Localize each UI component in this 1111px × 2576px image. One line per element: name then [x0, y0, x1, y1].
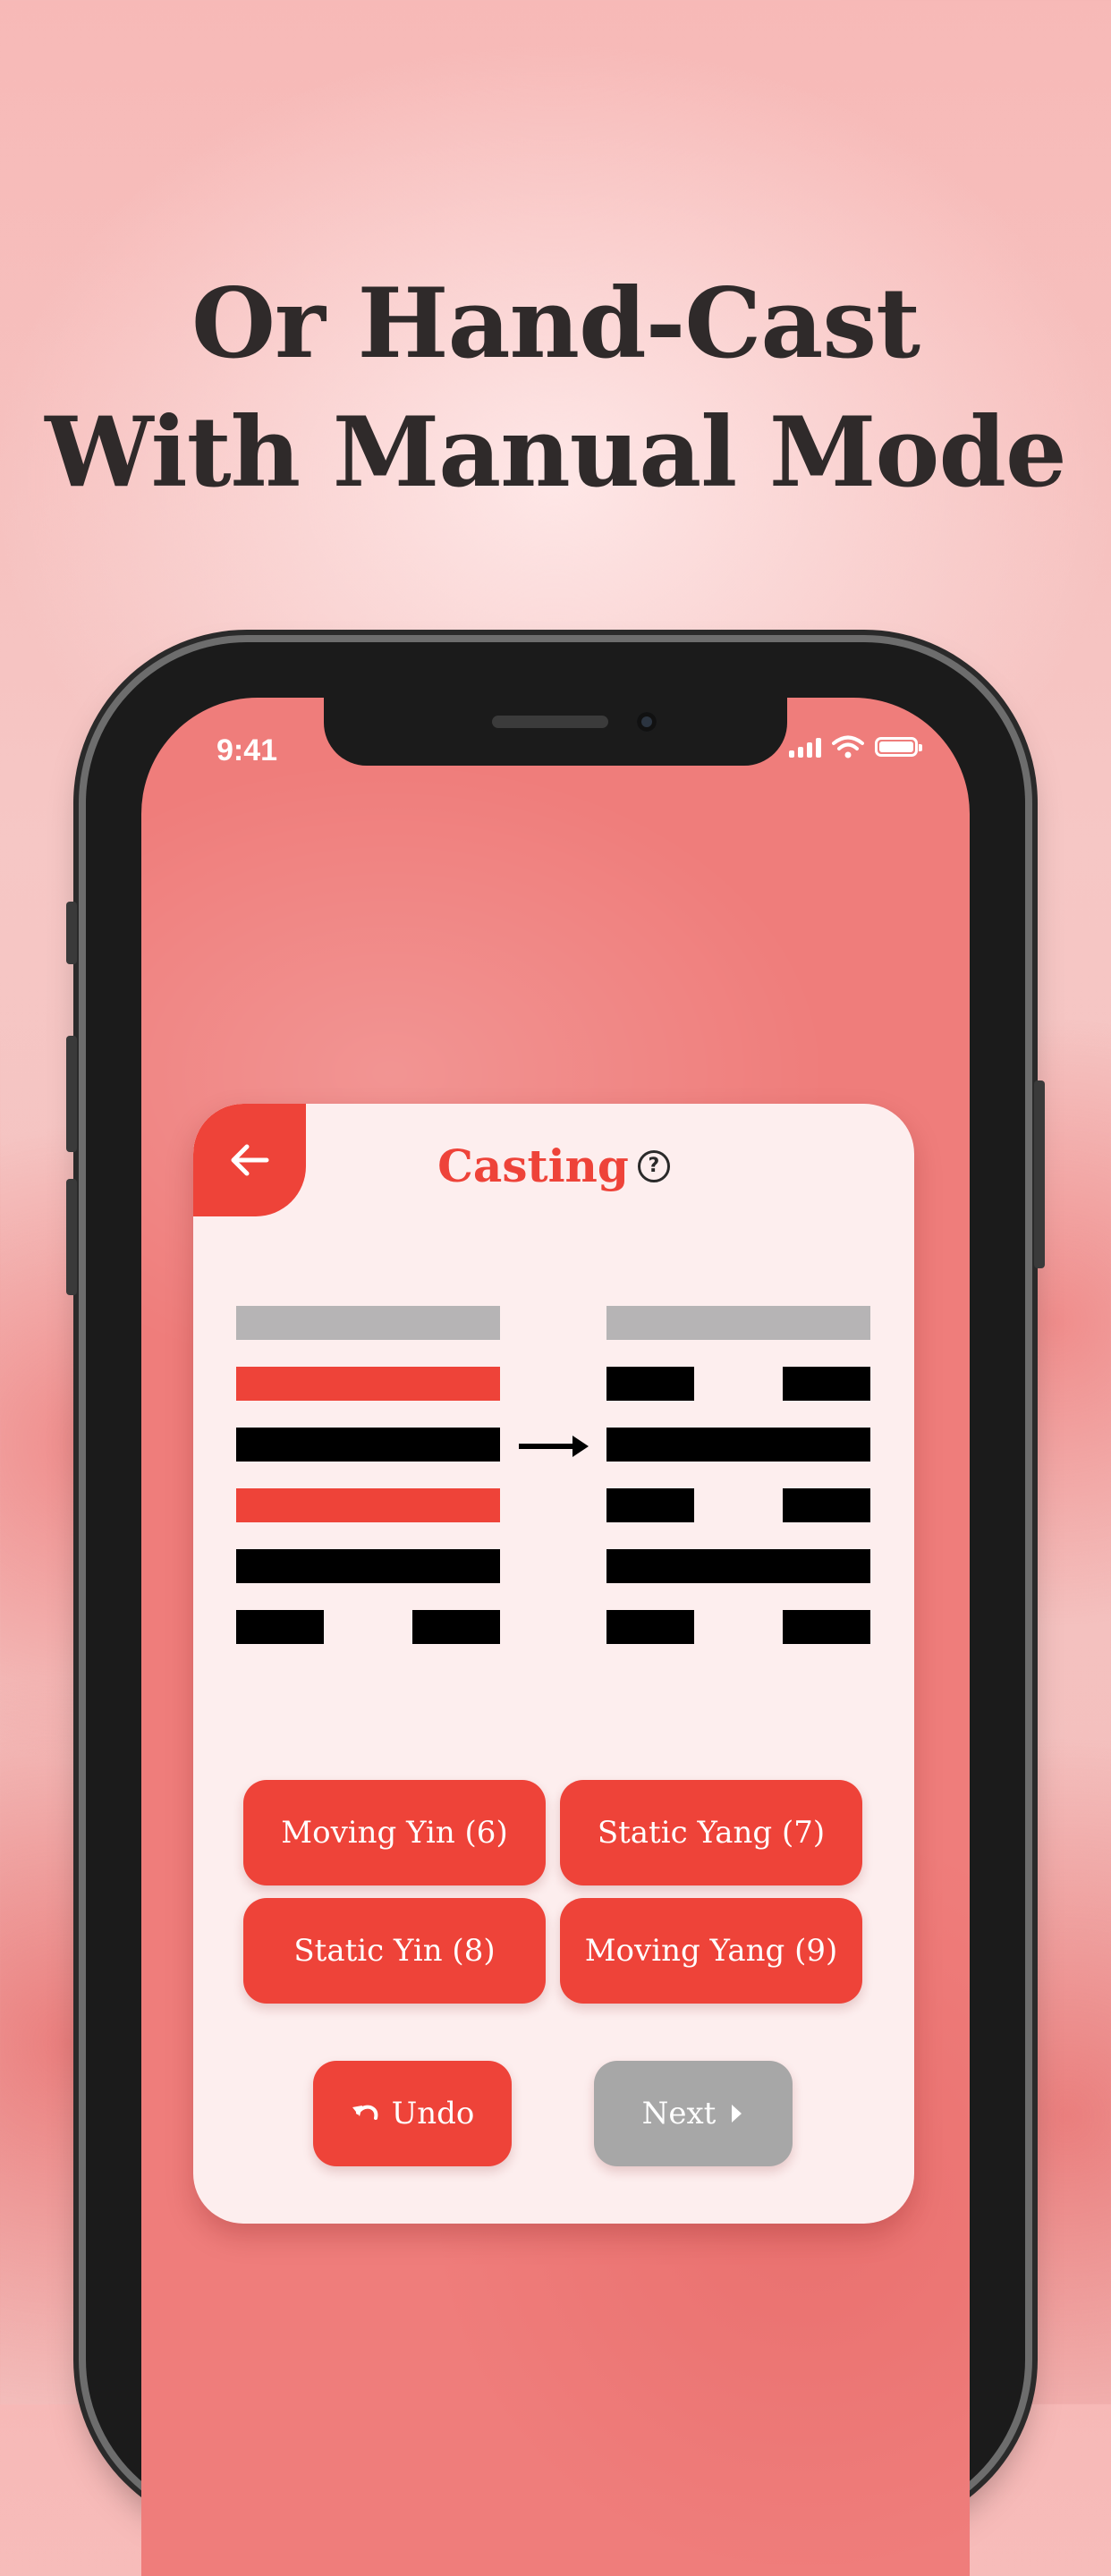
status-icons [789, 735, 922, 758]
line-segment [606, 1428, 870, 1462]
volume-down-button [66, 1179, 77, 1295]
status-time: 9:41 [216, 733, 278, 767]
undo-label: Undo [391, 2096, 475, 2131]
casting-title-row: Casting? [193, 1140, 914, 1192]
hexagram-line-yang [606, 1549, 870, 1583]
undo-icon [352, 2105, 377, 2120]
line-segment [606, 1488, 694, 1522]
arrow-right-icon [519, 1436, 589, 1457]
volume-up-button [66, 1036, 77, 1152]
headline-line-2: With Manual Mode [45, 396, 1066, 509]
line-segment [783, 1488, 870, 1522]
line-segment [606, 1610, 694, 1644]
moving-yang-button[interactable]: Moving Yang (9) [560, 1898, 862, 2004]
wifi-icon [832, 735, 864, 758]
line-segment [606, 1367, 694, 1401]
caret-right-icon [732, 2105, 742, 2123]
hexagram-line-yin [236, 1610, 500, 1644]
casting-title: Casting [437, 1140, 629, 1192]
phone-frame: 9:41 Casting? Moving Yin (6) Static Yang… [66, 642, 1045, 2576]
help-icon[interactable]: ? [637, 1150, 670, 1182]
signal-icon [789, 736, 821, 758]
line-segment [783, 1610, 870, 1644]
power-button [1034, 1080, 1045, 1268]
line-segment [606, 1306, 870, 1340]
line-segment [236, 1610, 324, 1644]
headline: Or Hand-Cast With Manual Mode [0, 259, 1111, 517]
line-segment [236, 1367, 500, 1401]
line-segment [236, 1306, 500, 1340]
line-segment [236, 1488, 500, 1522]
hexagram-line-yang [606, 1428, 870, 1462]
undo-button[interactable]: Undo [313, 2061, 512, 2166]
hexagram-line-yin [606, 1488, 870, 1522]
line-segment [783, 1367, 870, 1401]
phone-screen: 9:41 Casting? Moving Yin (6) Static Yang… [141, 698, 970, 2576]
hexagram-line-placeholder [606, 1306, 870, 1340]
casting-card: Casting? Moving Yin (6) Static Yang (7) … [193, 1104, 914, 2224]
line-segment [236, 1428, 500, 1462]
moving-yin-button[interactable]: Moving Yin (6) [243, 1780, 546, 1885]
front-camera [637, 712, 657, 732]
static-yang-button[interactable]: Static Yang (7) [560, 1780, 862, 1885]
battery-icon [875, 737, 922, 757]
static-yin-button[interactable]: Static Yin (8) [243, 1898, 546, 2004]
hexagram-line-moving-yang [236, 1367, 500, 1401]
hexagram-line-yin [606, 1367, 870, 1401]
hexagram-line-yin [606, 1610, 870, 1644]
line-segment [236, 1549, 500, 1583]
hexagram-line-yang [236, 1428, 500, 1462]
next-label: Next [641, 2096, 717, 2131]
speaker [492, 716, 608, 728]
hexagram-line-yang [236, 1549, 500, 1583]
next-button[interactable]: Next [594, 2061, 793, 2166]
hexagram-line-placeholder [236, 1306, 500, 1340]
headline-line-1: Or Hand-Cast [191, 267, 920, 380]
hexagram-line-moving-yang [236, 1488, 500, 1522]
line-segment [412, 1610, 500, 1644]
line-segment [606, 1549, 870, 1583]
notch [324, 698, 787, 766]
mute-switch [66, 902, 77, 964]
